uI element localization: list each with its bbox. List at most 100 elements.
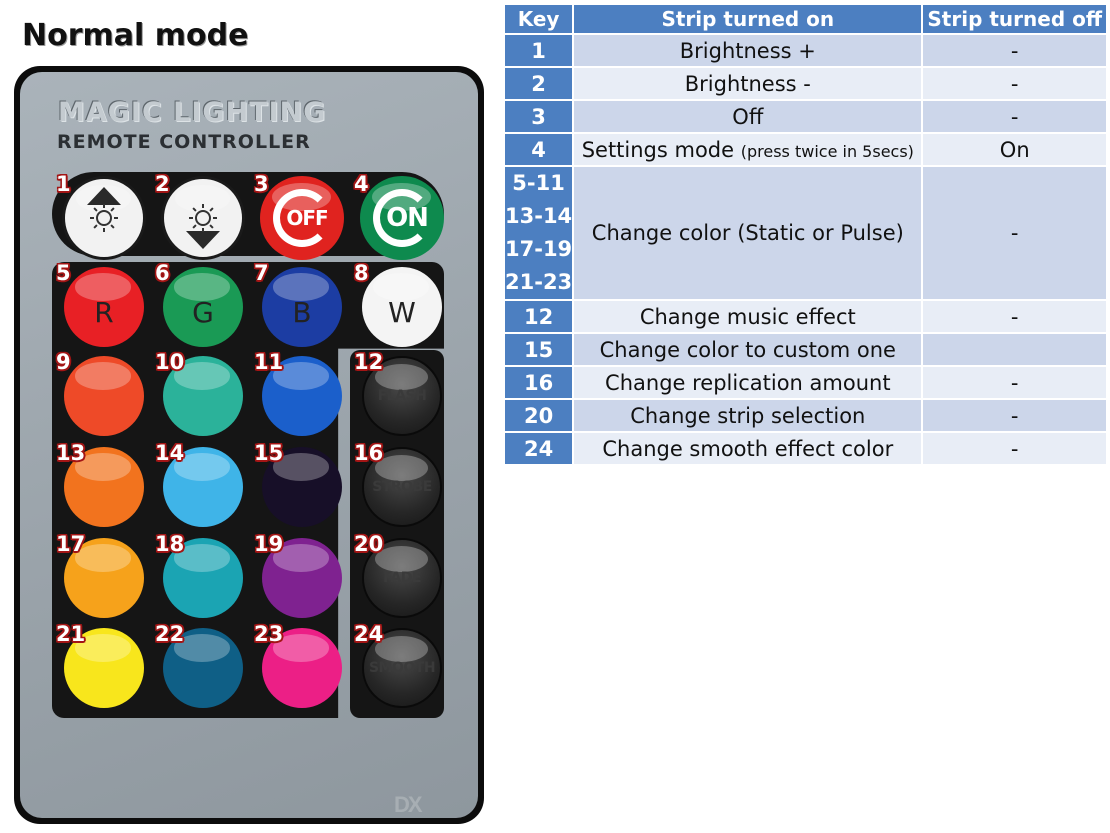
brightness-up-icon: [87, 187, 121, 232]
on-cell: Change replication amount: [574, 367, 922, 398]
header-key: Key: [505, 5, 573, 33]
page-title: Normal mode: [22, 18, 249, 53]
brightness-down-icon: [186, 204, 220, 249]
key-cell: 3: [505, 101, 573, 132]
key-cell: 15: [505, 334, 573, 365]
key-cell: 12: [505, 301, 573, 332]
key-number-label: 17: [56, 532, 86, 556]
key-number-label: 18: [155, 532, 185, 556]
key-number-label: 13: [56, 441, 86, 465]
table-row: 5-11 13-14 17-19 21-23 Change color (Sta…: [505, 167, 1106, 299]
w-color-button[interactable]: W: [362, 267, 442, 347]
key-cell: 24: [505, 433, 573, 464]
key-number-label: 1: [56, 172, 71, 196]
button-letter: G: [192, 295, 214, 329]
header-strip-off: Strip turned off: [923, 5, 1106, 33]
off-cell: -: [923, 367, 1106, 398]
table-row: 4 Settings mode (press twice in 5secs) O…: [505, 134, 1106, 165]
key-number-label: 2: [155, 172, 170, 196]
table-row: 12 Change music effect -: [505, 301, 1106, 332]
on-label: ON: [386, 203, 429, 233]
on-cell: Change strip selection: [574, 400, 922, 431]
button-label: SMOOTH: [368, 660, 436, 676]
button-label: FLASH: [377, 388, 427, 404]
off-cell: -: [923, 301, 1106, 332]
key-number-label: 23: [254, 622, 284, 646]
key-number-label: 7: [254, 261, 269, 285]
key-cell: 5-11 13-14 17-19 21-23: [505, 167, 573, 299]
button-label: STROBE: [372, 479, 432, 495]
key-number-label: 4: [354, 172, 369, 196]
off-cell: -: [923, 68, 1106, 99]
key-number-label: 8: [354, 261, 369, 285]
key-number-label: 6: [155, 261, 170, 285]
off-button[interactable]: OFF: [260, 176, 344, 260]
key-number-label: 19: [254, 532, 284, 556]
key-number-label: 22: [155, 622, 185, 646]
button-letter: R: [94, 295, 114, 329]
g-color-button[interactable]: G: [163, 267, 243, 347]
key-number-label: 3: [254, 172, 269, 196]
remote-brand: MAGIC LIGHTING: [58, 97, 327, 128]
on-cell: Change smooth effect color: [574, 433, 922, 464]
off-label: OFF: [286, 206, 328, 230]
remote-subtitle: REMOTE CONTROLLER: [57, 131, 311, 153]
off-cell: -: [923, 433, 1106, 464]
table-row: 24 Change smooth effect color -: [505, 433, 1106, 464]
watermark-logo: DX: [394, 792, 423, 817]
key-cell: 20: [505, 400, 573, 431]
table-row: 1 Brightness + -: [505, 35, 1106, 66]
off-power-icon: OFF: [273, 189, 331, 247]
on-cell: Brightness +: [574, 35, 922, 66]
key-range: 13-14: [505, 204, 573, 228]
header-strip-on: Strip turned on: [574, 5, 922, 33]
table-row: 15 Change color to custom one: [505, 334, 1106, 365]
off-cell: On: [923, 134, 1106, 165]
key-number-label: 11: [254, 350, 284, 374]
table-row: 3 Off -: [505, 101, 1106, 132]
on-text: Settings mode: [581, 137, 735, 162]
button-letter: W: [388, 295, 416, 329]
table-row: 2 Brightness - -: [505, 68, 1106, 99]
button-label: FADE: [383, 570, 421, 586]
on-note: (press twice in 5secs): [740, 141, 914, 161]
key-number-label: 24: [354, 622, 384, 646]
key-number-label: 16: [354, 441, 384, 465]
key-number-label: 21: [56, 622, 86, 646]
key-range: 17-19: [505, 237, 573, 261]
key-range: 21-23: [505, 270, 573, 294]
key-number-label: 20: [354, 532, 384, 556]
off-cell: [923, 334, 1106, 365]
table-row: 16 Change replication amount -: [505, 367, 1106, 398]
key-number-label: 12: [354, 350, 384, 374]
on-power-icon: ON: [373, 189, 431, 247]
key-cell: 1: [505, 35, 573, 66]
color-button-9[interactable]: [64, 356, 144, 436]
on-cell: Change color (Static or Pulse): [574, 167, 922, 299]
brightness-up-button[interactable]: [62, 176, 146, 260]
key-cell: 4: [505, 134, 573, 165]
on-button[interactable]: ON: [360, 176, 444, 260]
off-cell: -: [923, 35, 1106, 66]
off-cell: -: [923, 400, 1106, 431]
key-number-label: 14: [155, 441, 185, 465]
on-cell: Brightness -: [574, 68, 922, 99]
key-cell: 2: [505, 68, 573, 99]
key-number-label: 9: [56, 350, 71, 374]
off-cell: -: [923, 167, 1106, 299]
brightness-down-button[interactable]: [161, 176, 245, 260]
key-cell: 16: [505, 367, 573, 398]
key-table: Key Strip turned on Strip turned off 1 B…: [503, 3, 1108, 466]
key-number-label: 5: [56, 261, 71, 285]
on-cell: Change music effect: [574, 301, 922, 332]
table-row: 20 Change strip selection -: [505, 400, 1106, 431]
key-number-label: 15: [254, 441, 284, 465]
on-cell: Change color to custom one: [574, 334, 922, 365]
r-color-button[interactable]: R: [64, 267, 144, 347]
b-color-button[interactable]: B: [262, 267, 342, 347]
off-cell: -: [923, 101, 1106, 132]
on-cell: Off: [574, 101, 922, 132]
on-cell: Settings mode (press twice in 5secs): [574, 134, 922, 165]
key-number-label: 10: [155, 350, 185, 374]
button-letter: B: [292, 295, 312, 329]
